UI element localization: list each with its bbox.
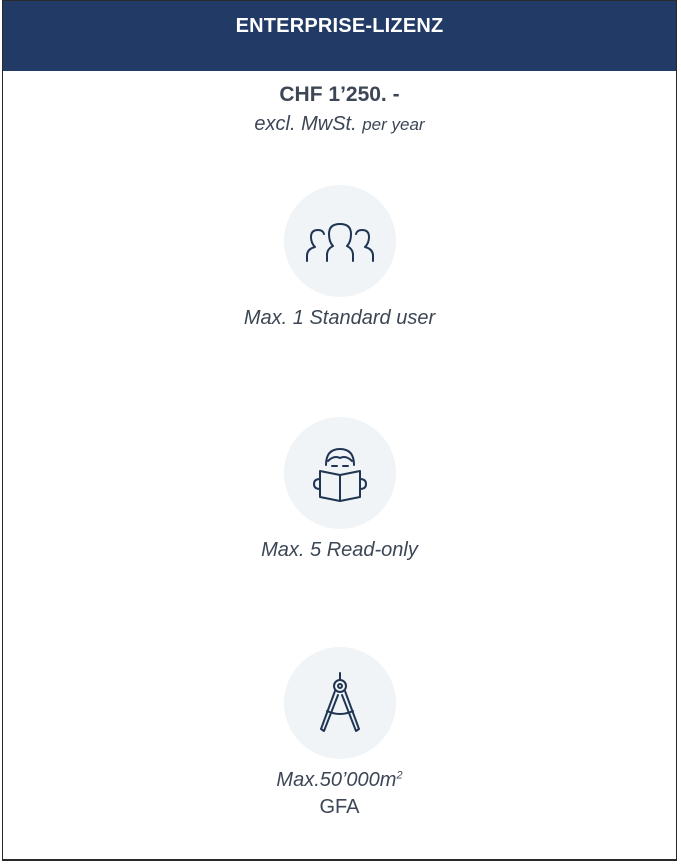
card-title: ENTERPRISE-LIZENZ [235,15,444,37]
feature-standard-user: Max. 1 Standard user [3,185,676,330]
icon-circle [283,647,396,759]
price: CHF 1’250. - [279,83,400,106]
feature-label: Max. 1 Standard user [243,307,436,329]
feature-label: Max. 5 Read-only [261,539,418,561]
feature-read-only: Max. 5 Read-only [3,417,676,562]
icon-circle [283,417,396,529]
billing-period: per year [362,115,425,134]
icon-circle [283,185,396,297]
feature-gfa: Max.50’000m2 GFA [3,647,676,819]
license-card: ENTERPRISE-LIZENZ CHF 1’250. - excl. MwS… [2,0,677,861]
users-group-icon [305,223,374,262]
feature-sublabel: GFA [319,796,360,818]
price-note: excl. MwSt. per year [3,113,676,136]
tax-note: excl. MwSt. [254,113,357,135]
feature-label: Max.50’000m2 [276,769,403,791]
card-header: ENTERPRISE-LIZENZ [3,1,676,71]
drafting-compass-icon [319,672,360,732]
superscript: 2 [396,769,403,782]
reading-person-icon [312,448,367,502]
